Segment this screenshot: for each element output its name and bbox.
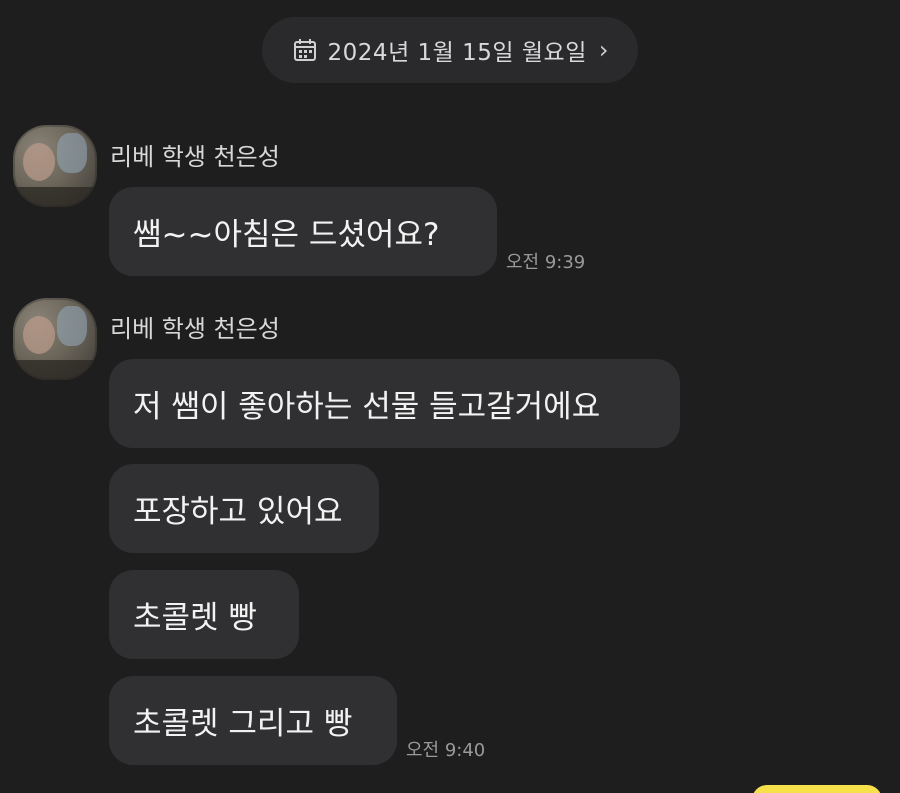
message-time: 오전 9:39: [506, 252, 586, 273]
message-bubble[interactable]: 초콜렛 그리고 빵: [109, 676, 397, 765]
date-label: 2024년 1월 15일 월요일: [327, 40, 587, 66]
sender-avatar[interactable]: [13, 125, 97, 207]
sender-avatar[interactable]: [13, 298, 97, 380]
calendar-icon: [292, 37, 318, 63]
message-bubble[interactable]: 쌤~~아침은 드셨어요?: [109, 187, 497, 276]
sender-name: 리베 학생 천은성: [110, 143, 280, 171]
message-text: 저 쌤이 좋아하는 선물 들고갈거에요: [133, 389, 601, 425]
message-text: 쌤~~아침은 드셨어요?: [133, 217, 440, 253]
message-text: 포장하고 있어요: [133, 494, 343, 530]
outgoing-message-bubble[interactable]: [752, 785, 882, 793]
message-time: 오전 9:40: [406, 740, 486, 761]
date-pill[interactable]: 2024년 1월 15일 월요일 ›: [262, 17, 638, 83]
message-text: 초콜렛 그리고 빵: [133, 706, 353, 742]
message-text: 초콜렛 빵: [133, 600, 257, 636]
message-bubble[interactable]: 초콜렛 빵: [109, 570, 299, 659]
message-bubble[interactable]: 저 쌤이 좋아하는 선물 들고갈거에요: [109, 359, 680, 448]
message-bubble[interactable]: 포장하고 있어요: [109, 464, 379, 553]
chevron-right-icon: ›: [598, 36, 609, 64]
sender-name: 리베 학생 천은성: [110, 315, 280, 343]
